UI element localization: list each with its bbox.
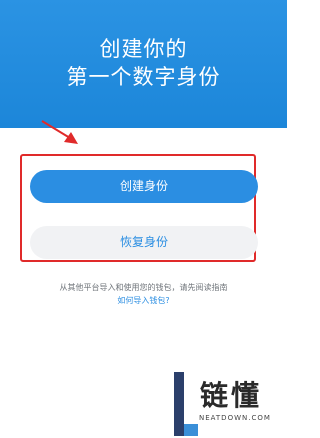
import-guide-note: 从其他平台导入和使用您的钱包，请先阅读指南	[59, 283, 228, 292]
restore-identity-button[interactable]: 恢复身份	[30, 226, 258, 259]
how-to-import-wallet-link[interactable]: 如何导入钱包?	[0, 295, 287, 306]
hero-banner: 创建你的 第一个数字身份	[0, 0, 287, 128]
hero-title-line2: 第一个数字身份	[66, 65, 221, 89]
create-identity-button[interactable]: 创建身份	[30, 170, 258, 203]
watermark-name: 链懂	[200, 379, 263, 412]
watermark-logo-icon	[174, 372, 198, 436]
annotation-arrow-icon	[41, 120, 78, 144]
watermark-domain: NEATDOWN.COM	[199, 414, 271, 422]
hero-title-line1: 创建你的	[99, 37, 188, 61]
